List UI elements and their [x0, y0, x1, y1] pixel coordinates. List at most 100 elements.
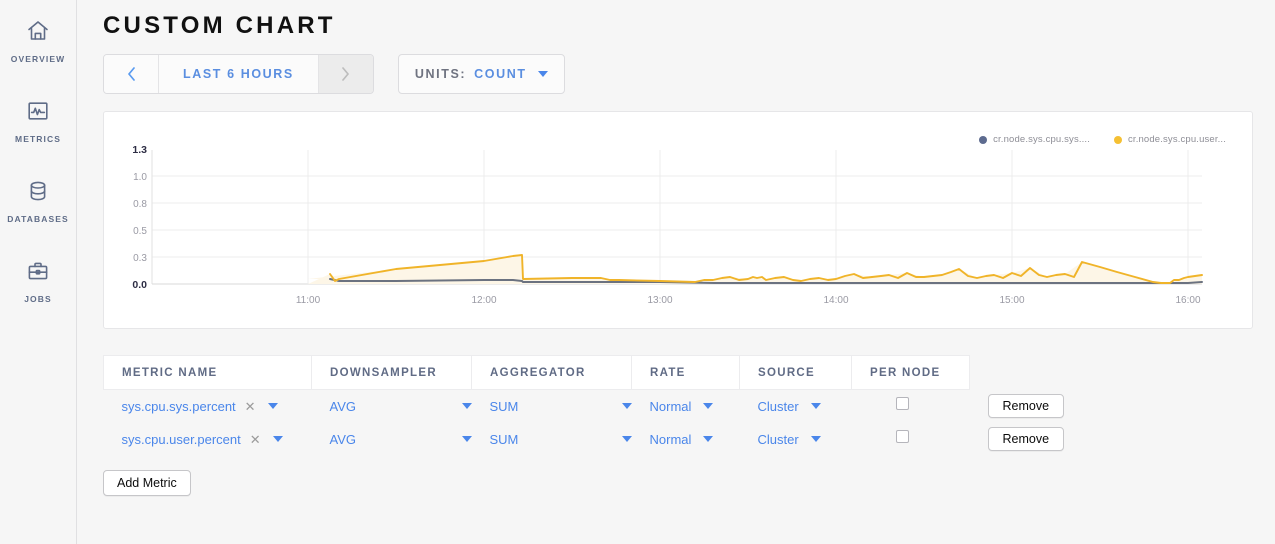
per-node-checkbox[interactable] — [896, 430, 909, 443]
source-dropdown[interactable] — [808, 403, 821, 409]
caret-down-icon — [811, 436, 821, 442]
time-range-selector: Last 6 Hours — [103, 54, 374, 94]
add-metric-wrap: Add Metric — [103, 470, 1275, 496]
y-tick-5: 0.3 — [133, 253, 147, 264]
caret-down-icon — [703, 436, 713, 442]
column-header-metric-name: Metric Name — [104, 356, 312, 390]
cell-downsampler: AVG — [312, 423, 472, 456]
x-tick-3: 13:00 — [647, 295, 672, 306]
rate-value[interactable]: Normal — [650, 399, 692, 414]
cell-metric-name: sys.cpu.user.percent ✕ — [104, 423, 312, 456]
sidebar-item-overview[interactable]: Overview — [0, 14, 77, 94]
cell-source: Cluster — [740, 423, 852, 456]
sidebar-item-metrics[interactable]: Metrics — [0, 94, 77, 174]
remove-button[interactable]: Remove — [988, 427, 1065, 451]
cell-actions: Remove — [970, 390, 1090, 423]
close-x-icon[interactable]: ✕ — [250, 433, 261, 446]
column-header-per-node: Per Node — [852, 356, 970, 390]
units-label: Units: — [415, 67, 466, 81]
caret-down-icon — [622, 436, 632, 442]
source-value[interactable]: Cluster — [758, 399, 799, 414]
downsampler-dropdown[interactable] — [459, 403, 472, 409]
remove-button[interactable]: Remove — [988, 394, 1065, 418]
toolbar: Last 6 Hours Units: Count — [77, 40, 1275, 94]
caret-down-icon — [273, 436, 283, 442]
cell-aggregator: SUM — [472, 423, 632, 456]
column-header-rate: Rate — [632, 356, 740, 390]
add-metric-button[interactable]: Add Metric — [103, 470, 191, 496]
x-tick-2: 12:00 — [471, 295, 496, 306]
database-icon — [26, 174, 50, 208]
sidebar-item-label-jobs: Jobs — [24, 294, 52, 304]
sidebar-item-label-metrics: Metrics — [15, 134, 61, 144]
metric-name-dropdown[interactable] — [270, 436, 283, 442]
rate-value[interactable]: Normal — [650, 432, 692, 447]
metric-name-value[interactable]: sys.cpu.user.percent — [122, 432, 241, 447]
y-tick-3: 0.8 — [133, 199, 147, 210]
aggregator-dropdown[interactable] — [619, 436, 632, 442]
sidebar-item-jobs[interactable]: Jobs — [0, 254, 77, 334]
downsampler-dropdown[interactable] — [459, 436, 472, 442]
cell-per-node — [852, 390, 970, 423]
caret-down-icon — [538, 71, 548, 77]
chart-panel: cr.node.sys.cpu.sys.... cr.node.sys.cpu.… — [103, 111, 1253, 329]
downsampler-value[interactable]: AVG — [330, 432, 450, 447]
cell-source: Cluster — [740, 390, 852, 423]
chart-y-tick-labels: 1.3 1.0 0.8 0.5 0.3 0.0 — [132, 144, 147, 291]
cell-rate: Normal — [632, 390, 740, 423]
metrics-table: Metric Name Downsampler Aggregator Rate … — [103, 355, 1090, 456]
y-tick-6: 0.0 — [132, 279, 147, 291]
chart-gridlines — [152, 176, 1202, 257]
metrics-table-wrap: Metric Name Downsampler Aggregator Rate … — [103, 355, 1253, 456]
page-title: Custom Chart — [77, 0, 1275, 40]
chart-plot[interactable]: 1.3 1.0 0.8 0.5 0.3 0.0 11:00 12:00 13:0… — [104, 112, 1252, 328]
close-x-icon[interactable]: ✕ — [245, 400, 256, 413]
aggregator-dropdown[interactable] — [619, 403, 632, 409]
time-range-label[interactable]: Last 6 Hours — [159, 55, 318, 93]
caret-down-icon — [622, 403, 632, 409]
y-tick-2: 1.0 — [133, 172, 147, 183]
caret-down-icon — [462, 436, 472, 442]
per-node-checkbox[interactable] — [896, 397, 909, 410]
sidebar: Overview Metrics Databases — [0, 0, 77, 544]
metric-name-dropdown[interactable] — [265, 403, 278, 409]
x-tick-1: 11:00 — [296, 295, 321, 306]
units-dropdown[interactable]: Units: Count — [398, 54, 565, 94]
cell-rate: Normal — [632, 423, 740, 456]
chart-axis-lines — [152, 150, 1202, 284]
column-header-aggregator: Aggregator — [472, 356, 632, 390]
rate-dropdown[interactable] — [700, 403, 713, 409]
table-header-row: Metric Name Downsampler Aggregator Rate … — [104, 356, 1090, 390]
cell-per-node — [852, 423, 970, 456]
downsampler-value[interactable]: AVG — [330, 399, 450, 414]
source-value[interactable]: Cluster — [758, 432, 799, 447]
caret-down-icon — [462, 403, 472, 409]
x-tick-5: 15:00 — [999, 295, 1024, 306]
column-header-actions — [970, 356, 1090, 390]
table-row: sys.cpu.user.percent ✕ AVG — [104, 423, 1090, 456]
cell-metric-name: sys.cpu.sys.percent ✕ — [104, 390, 312, 423]
y-tick-1: 1.3 — [132, 144, 147, 156]
aggregator-value[interactable]: SUM — [490, 432, 610, 447]
x-tick-4: 14:00 — [823, 295, 848, 306]
chevron-right-icon[interactable] — [318, 55, 373, 93]
column-header-source: Source — [740, 356, 852, 390]
chevron-left-icon[interactable] — [104, 55, 159, 93]
caret-down-icon — [811, 403, 821, 409]
metrics-chart-icon — [26, 94, 50, 128]
briefcase-icon — [26, 254, 50, 288]
sidebar-item-label-overview: Overview — [11, 54, 65, 64]
y-tick-4: 0.5 — [133, 226, 147, 237]
source-dropdown[interactable] — [808, 436, 821, 442]
aggregator-value[interactable]: SUM — [490, 399, 610, 414]
caret-down-icon — [703, 403, 713, 409]
app-root: Overview Metrics Databases — [0, 0, 1275, 544]
cell-aggregator: SUM — [472, 390, 632, 423]
home-icon — [26, 14, 50, 48]
cell-downsampler: AVG — [312, 390, 472, 423]
sidebar-item-databases[interactable]: Databases — [0, 174, 77, 254]
x-tick-6: 16:00 — [1175, 295, 1200, 306]
main-content: Custom Chart Last 6 Hours Units: Cou — [77, 0, 1275, 544]
metric-name-value[interactable]: sys.cpu.sys.percent — [122, 399, 236, 414]
rate-dropdown[interactable] — [700, 436, 713, 442]
